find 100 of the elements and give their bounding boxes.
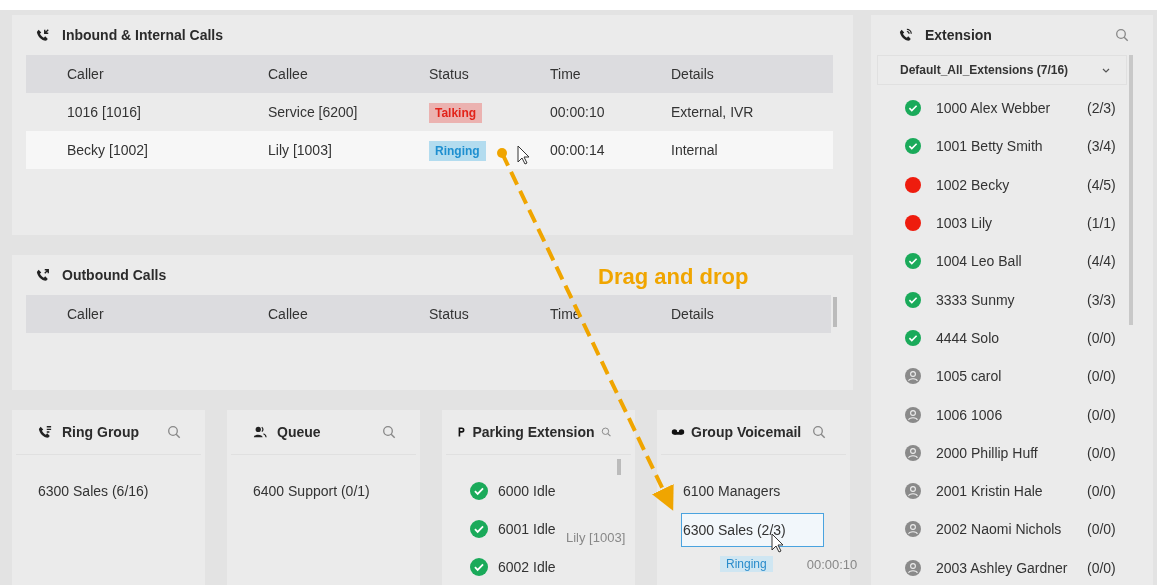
scrollbar[interactable] bbox=[617, 459, 621, 475]
extension-name: 1005 carol bbox=[936, 368, 1003, 385]
list-item[interactable]: 6000 Idle bbox=[470, 475, 556, 507]
search-icon[interactable] bbox=[600, 425, 611, 439]
panel-title: Extension bbox=[925, 27, 993, 43]
extension-name: 1000 Alex Webber bbox=[936, 100, 1052, 117]
extension-item[interactable]: 1001 Betty Smith (3/4) bbox=[871, 127, 1127, 166]
call-row[interactable]: 1016 [1016] Service [6200] Talking 00:00:10 External, IVR bbox=[26, 93, 833, 131]
column-header: Details bbox=[671, 306, 714, 322]
check-circle-icon bbox=[905, 138, 921, 155]
search-icon[interactable] bbox=[167, 425, 181, 439]
extension-count: (0/0) bbox=[1087, 329, 1117, 346]
status-badge: Ringing bbox=[720, 556, 773, 572]
people-icon bbox=[253, 425, 267, 439]
phone-icon bbox=[899, 28, 913, 42]
extension-name: 4444 Solo bbox=[936, 329, 1001, 346]
extension-name: 1001 Betty Smith bbox=[936, 138, 1044, 155]
check-circle-icon bbox=[905, 100, 921, 117]
column-header: Callee bbox=[268, 306, 309, 322]
status-badge: Talking bbox=[429, 103, 483, 123]
table-cell-text: Becky [1002] bbox=[67, 142, 149, 158]
extension-item[interactable]: 2002 Naomi Nichols (0/0) bbox=[871, 510, 1127, 549]
scrollbar[interactable] bbox=[833, 297, 837, 327]
extension-count: (0/0) bbox=[1087, 406, 1117, 423]
extension-count: (2/3) bbox=[1087, 100, 1117, 117]
extension-count: (0/0) bbox=[1087, 559, 1117, 576]
list-item[interactable]: 6300 Sales (6/16) bbox=[38, 475, 149, 507]
extension-item[interactable]: 1006 1006 (0/0) bbox=[871, 395, 1127, 434]
search-icon[interactable] bbox=[812, 425, 826, 439]
extension-count: (0/0) bbox=[1087, 444, 1117, 461]
check-circle-icon bbox=[470, 558, 488, 576]
extension-item[interactable]: 1002 Becky (4/5) bbox=[871, 165, 1127, 204]
extension-item[interactable]: 2000 Phillip Huff (0/0) bbox=[871, 433, 1127, 472]
call-row[interactable]: Becky [1002] Lily [1003] Ringing 00:00:14 Internal bbox=[26, 131, 833, 169]
extension-item[interactable]: 2003 Ashley Gardner (0/0) bbox=[871, 548, 1127, 585]
person-circle-icon bbox=[905, 444, 921, 461]
card-title: Ring Group bbox=[62, 424, 140, 440]
callee-text: Lily [1003] bbox=[566, 530, 626, 545]
table-cell-text: Service [6200] bbox=[268, 104, 359, 120]
list-item[interactable]: 6002 Idle bbox=[470, 551, 556, 583]
column-header: Caller bbox=[67, 66, 105, 82]
extension-name: 2003 Ashley Gardner bbox=[936, 559, 1069, 576]
column-header: Status bbox=[429, 306, 470, 322]
extension-name: 2001 Kristin Hale bbox=[936, 483, 1044, 500]
check-circle-icon bbox=[905, 329, 921, 346]
person-circle-icon bbox=[905, 559, 921, 576]
status-badge: Ringing bbox=[429, 141, 486, 161]
column-header: Details bbox=[671, 66, 714, 82]
list-item[interactable]: 6300 Sales (2/3) bbox=[681, 513, 824, 547]
list-item[interactable]: 6100 Managers bbox=[683, 475, 781, 507]
phone-icon bbox=[36, 28, 50, 42]
extension-name: 3333 Sunmy bbox=[936, 291, 1016, 308]
table-cell-text: Lily [1003] bbox=[268, 142, 333, 158]
extension-name: 1002 Becky bbox=[936, 176, 1011, 193]
extension-count: (3/4) bbox=[1087, 138, 1117, 155]
card-title: Queue bbox=[277, 424, 322, 440]
extension-name: 2000 Phillip Huff bbox=[936, 444, 1039, 461]
extension-item[interactable]: 1004 Leo Ball (4/4) bbox=[871, 242, 1127, 281]
check-circle-icon bbox=[470, 520, 488, 538]
column-header: Callee bbox=[268, 66, 309, 82]
extension-item[interactable]: 1005 carol (0/0) bbox=[871, 357, 1127, 396]
table-cell-text: 1016 [1016] bbox=[67, 104, 142, 120]
busy-dot-icon bbox=[905, 215, 921, 232]
scrollbar[interactable] bbox=[1129, 55, 1133, 325]
phone-icon bbox=[36, 268, 50, 282]
panel-title: Inbound & Internal Calls bbox=[62, 27, 223, 43]
table-cell-text: 00:00:14 bbox=[550, 142, 606, 158]
extension-count: (4/5) bbox=[1087, 176, 1117, 193]
table-cell: External, IVR bbox=[671, 104, 754, 120]
extension-item[interactable]: 1000 Alex Webber (2/3) bbox=[871, 89, 1127, 128]
extension-count: (3/3) bbox=[1087, 291, 1117, 308]
extension-count: (0/0) bbox=[1087, 483, 1117, 500]
busy-dot-icon bbox=[905, 176, 921, 193]
table-cell: Internal bbox=[671, 142, 718, 158]
cursor-icon bbox=[517, 145, 530, 165]
extension-count: (1/1) bbox=[1087, 215, 1117, 232]
check-circle-icon bbox=[905, 291, 921, 308]
extension-item[interactable]: 2001 Kristin Hale (0/0) bbox=[871, 471, 1127, 511]
parking-icon bbox=[456, 425, 467, 439]
search-icon[interactable] bbox=[1115, 28, 1129, 42]
extension-name: 1003 Lily bbox=[936, 215, 994, 232]
panel-title: Outbound Calls bbox=[62, 267, 167, 283]
extension-name: 1006 1006 bbox=[936, 406, 1004, 423]
extension-count: (0/0) bbox=[1087, 521, 1117, 538]
list-item[interactable]: 6001 Idle bbox=[470, 513, 556, 545]
caret-icon bbox=[1102, 67, 1110, 73]
check-circle-icon bbox=[905, 253, 921, 270]
group-dropdown[interactable]: Default_All_Extensions (7/16) bbox=[877, 55, 1127, 85]
annotation-text: Drag and drop bbox=[598, 264, 749, 290]
person-circle-icon bbox=[905, 483, 921, 500]
extension-name: 2002 Naomi Nichols bbox=[936, 521, 1063, 538]
extension-name: 1004 Leo Ball bbox=[936, 253, 1023, 270]
extension-item[interactable]: 1003 Lily (1/1) bbox=[871, 203, 1127, 243]
extension-item[interactable]: 4444 Solo (0/0) bbox=[871, 318, 1127, 358]
list-item[interactable]: 6400 Support (0/1) bbox=[253, 475, 370, 507]
extension-count: (4/4) bbox=[1087, 253, 1117, 270]
extension-item[interactable]: 3333 Sunmy (3/3) bbox=[871, 280, 1127, 319]
column-header: Status bbox=[429, 66, 470, 82]
search-icon[interactable] bbox=[382, 425, 396, 439]
card-title: Parking Extension bbox=[472, 424, 595, 440]
